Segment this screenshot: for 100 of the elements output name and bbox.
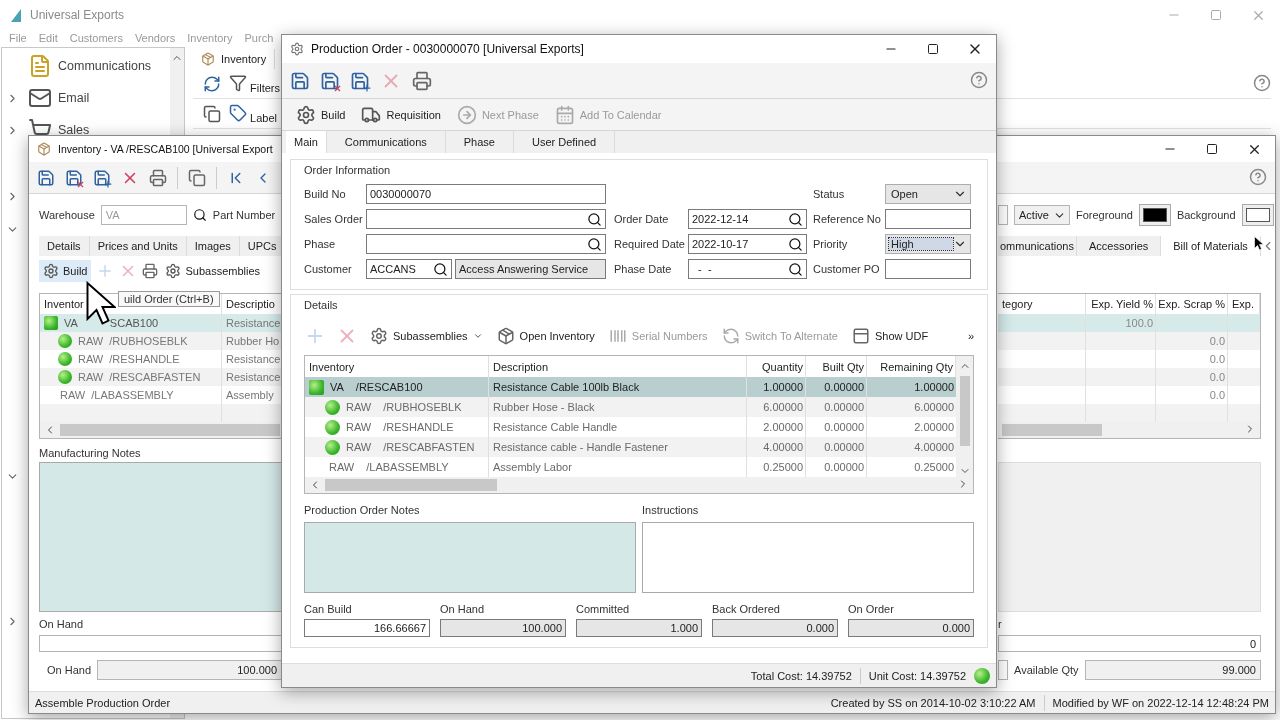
warehouse-code: RAW xyxy=(346,421,372,433)
help-icon[interactable] xyxy=(1249,167,1267,186)
number-field[interactable]: 166.66667 xyxy=(304,619,430,637)
instructions-area[interactable] xyxy=(642,522,974,593)
field-label: Back Ordered xyxy=(712,603,781,615)
background-color-swatch[interactable] xyxy=(1241,204,1274,226)
search-icon[interactable] xyxy=(433,261,448,277)
toolbar-button[interactable]: Requisition xyxy=(355,101,447,128)
toolbar-button[interactable]: Open Inventory xyxy=(494,323,597,349)
save-new-icon[interactable] xyxy=(350,70,370,91)
number-field[interactable]: 0.000 xyxy=(712,619,838,637)
help-icon[interactable] xyxy=(1253,73,1271,92)
tab[interactable]: ommunications xyxy=(998,236,1077,256)
table-row[interactable]: RAW /RESCABFASTEN Resistance cable - Handle Fastener 4.00000 0.00000 4.00000 xyxy=(305,437,956,457)
save-new-icon[interactable] xyxy=(93,168,111,187)
barcode-icon xyxy=(608,327,627,345)
select-field[interactable]: Open xyxy=(885,184,971,204)
refresh-icon[interactable] xyxy=(203,74,221,93)
print-icon[interactable] xyxy=(412,70,432,91)
nav-item[interactable]: Email xyxy=(58,91,90,105)
lookup-field[interactable]: 2022-10-17 xyxy=(688,234,807,254)
search-icon[interactable] xyxy=(788,261,803,277)
field-label: On Hand xyxy=(47,664,92,676)
inventory-tab[interactable]: Inventory xyxy=(193,49,276,69)
table-row[interactable]: VA /RESCAB100 Resistance Cable 100lb Black 1.00000 0.00000 1.00000 xyxy=(305,377,956,397)
print-icon[interactable] xyxy=(149,168,167,187)
lookup-field[interactable]: ACCANS xyxy=(366,259,452,279)
part-number: /RUBHOSEBLK xyxy=(383,401,462,413)
search-icon[interactable] xyxy=(192,208,207,222)
text-field[interactable] xyxy=(998,205,1008,225)
search-icon[interactable] xyxy=(788,211,803,227)
filter-icon xyxy=(229,73,247,92)
build-button[interactable]: Build xyxy=(39,260,92,282)
search-icon[interactable] xyxy=(788,236,803,252)
field-label: Customer xyxy=(304,263,352,275)
scrollbar-thumb[interactable] xyxy=(959,376,970,446)
foreground-color-swatch[interactable] xyxy=(1138,204,1171,226)
field-label: Customer PO xyxy=(813,263,880,275)
lookup-field[interactable] xyxy=(366,209,606,229)
lookup-field[interactable]: 2022-12-14 xyxy=(688,209,807,229)
number-field[interactable]: 100.000 xyxy=(440,619,566,637)
field-label: Warehouse xyxy=(39,209,95,221)
warehouse-code: VA xyxy=(330,381,344,393)
table-cell: 0.0 xyxy=(1209,335,1225,347)
on-hand-field[interactable] xyxy=(39,635,282,652)
scrollbar-thumb[interactable] xyxy=(325,479,497,491)
field-label: Available Qty xyxy=(1014,664,1079,676)
copy-icon[interactable] xyxy=(203,104,221,123)
save-icon[interactable] xyxy=(37,168,55,187)
overflow-button[interactable]: » xyxy=(967,330,974,342)
text-field[interactable]: 0030000070 xyxy=(366,184,606,204)
scrollbar-thumb[interactable] xyxy=(60,424,280,436)
save-close-icon[interactable] xyxy=(65,168,83,187)
nav-item[interactable]: Communications xyxy=(58,59,152,73)
section-title: Order Information xyxy=(304,164,392,176)
table-row[interactable]: RAW /RESCABFASTEN Resistance xyxy=(40,368,282,386)
field-label: Build No xyxy=(304,188,346,200)
subassemblies-button[interactable]: Subassemblies xyxy=(163,260,263,282)
toolbar-button[interactable]: Show UDF xyxy=(850,323,931,349)
field-label: Order Date xyxy=(614,213,669,225)
toolbar-button[interactable]: Build xyxy=(290,101,352,128)
part-number: /RUBHOSEBLK xyxy=(109,335,188,347)
total-cost: Total Cost: 14.39752 xyxy=(750,669,852,682)
warehouse-code: RAW xyxy=(78,335,104,347)
tab[interactable]: Main xyxy=(286,131,327,153)
table-row[interactable]: RAW /RUBHOSEBLK Rubber Ho xyxy=(40,332,282,350)
filters-button[interactable]: Filters xyxy=(229,73,280,94)
scrollbar-thumb[interactable] xyxy=(1002,424,1102,436)
search-icon[interactable] xyxy=(587,211,602,227)
table-cell: 100.0 xyxy=(1125,317,1153,329)
save-close-icon[interactable] xyxy=(320,70,340,91)
on-order-field[interactable]: 0 xyxy=(998,635,1261,652)
lookup-field[interactable] xyxy=(366,234,606,254)
save-icon[interactable] xyxy=(290,70,310,91)
tab[interactable]: Bill of Materials xyxy=(1161,236,1261,256)
number-field[interactable]: 1.000 xyxy=(576,619,702,637)
table-cell: 0.0 xyxy=(1209,389,1225,401)
nav-item[interactable]: Sales xyxy=(58,123,90,137)
menu-button[interactable]: Subassemblies xyxy=(368,323,485,349)
field-label: Part Number xyxy=(212,209,276,221)
calendar-icon xyxy=(554,104,575,125)
table-row[interactable]: RAW /RUBHOSEBLK Rubber Hose - Black 6.00000 0.00000 6.00000 xyxy=(305,397,956,417)
lookup-field[interactable]: - - xyxy=(688,259,807,279)
table-cell-text: Rubber Ho xyxy=(225,334,281,349)
text-field[interactable] xyxy=(885,209,971,229)
select-field[interactable]: High xyxy=(885,234,971,254)
print-icon[interactable] xyxy=(142,263,159,279)
search-icon[interactable] xyxy=(587,236,602,252)
status-select[interactable]: Active xyxy=(1014,205,1070,225)
tooltip: uild Order (Ctrl+B) xyxy=(118,291,220,307)
table-cell-text: 2.00000 xyxy=(913,420,955,435)
envelope-icon xyxy=(28,86,52,110)
text-field[interactable] xyxy=(885,259,971,279)
text-field[interactable] xyxy=(998,660,1008,680)
table-row[interactable]: VA SCAB100 Resistance xyxy=(40,314,282,332)
number-field[interactable]: 0.000 xyxy=(848,619,974,637)
copy-icon[interactable] xyxy=(188,168,206,187)
section-label: Production Order Notes xyxy=(304,504,421,516)
label-button[interactable]: Label xyxy=(229,103,277,124)
help-icon[interactable] xyxy=(970,70,988,89)
